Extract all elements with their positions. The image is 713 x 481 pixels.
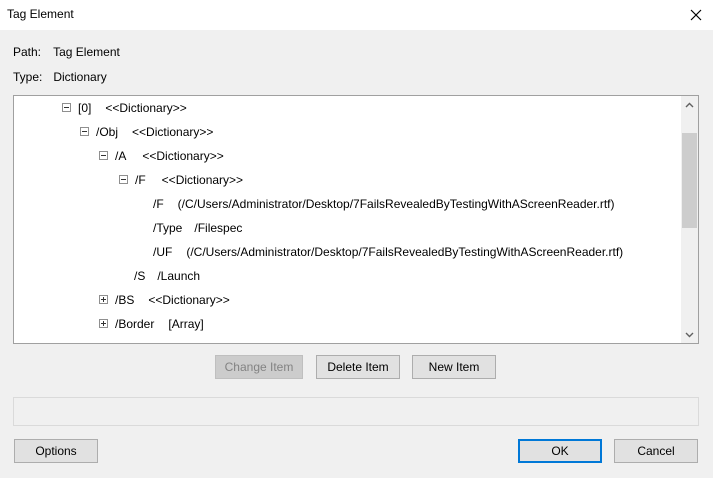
- tree-node-key: [0]: [78, 101, 92, 115]
- collapse-icon[interactable]: [80, 127, 89, 137]
- status-area: [13, 397, 699, 426]
- type-value: Dictionary: [53, 70, 107, 84]
- change-item-button[interactable]: Change Item: [215, 355, 303, 379]
- tree-node-border[interactable]: /Border [Array]: [99, 314, 204, 334]
- tree-node-s[interactable]: /S/Launch: [134, 266, 200, 286]
- tree-node-f-dict[interactable]: /F <<Dictionary>>: [119, 170, 243, 190]
- chevron-up-icon[interactable]: [681, 96, 698, 113]
- tree-node-value: <<Dictionary>>: [148, 293, 230, 307]
- cancel-button[interactable]: Cancel: [614, 439, 698, 463]
- tree-node-value: (/C/Users/Administrator/Desktop/7FailsRe…: [177, 197, 615, 211]
- tree-node-value: <<Dictionary>>: [161, 173, 244, 187]
- tree-node-value: /Filespec: [194, 221, 243, 235]
- tree-node-value: (/C/Users/Administrator/Desktop/7FailsRe…: [186, 245, 624, 259]
- expand-icon[interactable]: [99, 319, 108, 329]
- tree-node-obj[interactable]: /Obj <<Dictionary>>: [80, 122, 213, 142]
- tree-node-key: /BS: [115, 293, 135, 307]
- path-label: Path:: [13, 45, 42, 59]
- tree-node-key: /S: [134, 269, 146, 283]
- tree-node-value: <<Dictionary>>: [105, 101, 187, 115]
- new-item-button[interactable]: New Item: [412, 355, 496, 379]
- tree-node-value: [Array]: [168, 317, 204, 331]
- tree-node-key: /F: [153, 197, 164, 211]
- tag-tree[interactable]: [0] <<Dictionary>> /Obj <<Dictionary>> /A <…: [13, 95, 699, 344]
- close-icon[interactable]: [685, 4, 707, 26]
- tree-node-f-path[interactable]: /F (/C/Users/Administrator/Desktop/7Fails…: [153, 194, 615, 214]
- tree-node-a[interactable]: /A <<Dictionary>>: [99, 146, 224, 166]
- path-row: Path: Tag Element: [13, 45, 120, 59]
- chevron-down-icon[interactable]: [681, 326, 698, 343]
- tree-node-key: /Border: [115, 317, 155, 331]
- expand-icon[interactable]: [99, 295, 108, 305]
- collapse-icon[interactable]: [99, 151, 108, 161]
- collapse-icon[interactable]: [119, 175, 128, 185]
- tree-node-value: /Launch: [157, 269, 201, 283]
- tree-node-value: <<Dictionary>>: [142, 149, 224, 163]
- type-label: Type:: [13, 70, 43, 84]
- options-button[interactable]: Options: [14, 439, 98, 463]
- tree-node-uf[interactable]: /UF (/C/Users/Administrator/Desktop/7Fail…: [153, 242, 623, 262]
- title-bar: Tag Element: [0, 0, 713, 30]
- tree-node-type[interactable]: /Type/Filespec: [153, 218, 242, 238]
- scrollbar-thumb[interactable]: [682, 133, 697, 228]
- path-value: Tag Element: [53, 45, 120, 59]
- tree-node-key: /Obj: [96, 125, 119, 139]
- tree-node-key: /A: [115, 149, 127, 163]
- type-row: Type: Dictionary: [13, 70, 107, 84]
- ok-button[interactable]: OK: [518, 439, 602, 463]
- tree-node-value: <<Dictionary>>: [132, 125, 214, 139]
- tree-node-key: /F: [135, 173, 146, 187]
- tree-node-key: /Type: [153, 221, 183, 235]
- collapse-icon[interactable]: [62, 103, 71, 113]
- window-title: Tag Element: [7, 7, 74, 21]
- tree-node-bs[interactable]: /BS <<Dictionary>>: [99, 290, 230, 310]
- vertical-scrollbar[interactable]: [681, 96, 698, 343]
- tree-node-0[interactable]: [0] <<Dictionary>>: [62, 98, 187, 118]
- tree-node-key: /UF: [153, 245, 173, 259]
- delete-item-button[interactable]: Delete Item: [316, 355, 400, 379]
